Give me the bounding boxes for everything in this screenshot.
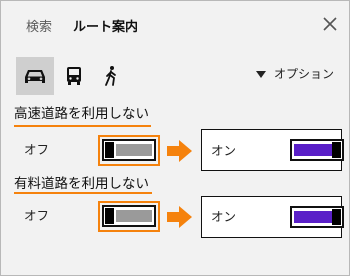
toggle-state-off-label: オフ [24, 208, 50, 223]
toggle-thumb [332, 209, 341, 225]
section-title-avoid-toll-road: 有料道路を利用しない [14, 176, 149, 192]
toggle-track [294, 144, 332, 156]
section-title-avoid-expressway: 高速道路を利用しない [14, 106, 149, 122]
close-button[interactable] [322, 16, 338, 32]
mode-car-button[interactable] [16, 57, 54, 95]
toggle-thumb [105, 208, 114, 224]
toggle-thumb [105, 142, 114, 158]
bus-icon [67, 67, 81, 85]
caret-down-icon [255, 70, 266, 78]
arrow-right-icon [167, 140, 192, 162]
options-dropdown[interactable]: オプション [255, 66, 334, 82]
toggle-state-on-label: オン [211, 209, 237, 224]
avoid-expressway-toggle-off[interactable] [102, 139, 156, 161]
section-underline [14, 192, 152, 194]
car-icon [25, 70, 45, 83]
close-icon [323, 17, 337, 31]
options-label: オプション [273, 67, 334, 81]
arrow-right-icon [167, 206, 192, 228]
avoid-toll-road-toggle-on [290, 206, 344, 228]
toggle-track [116, 210, 152, 222]
toggle-state-on-label: オン [211, 143, 237, 158]
toggle-state-off-label: オフ [24, 142, 50, 157]
walk-icon [105, 66, 116, 86]
toggle-track [116, 144, 152, 156]
avoid-expressway-toggle-on [290, 139, 344, 161]
tab-search[interactable]: 検索 [26, 19, 52, 37]
mode-walk-button[interactable] [92, 57, 130, 95]
section-underline [14, 125, 151, 127]
tab-route[interactable]: ルート案内 [73, 19, 138, 37]
toggle-thumb [332, 142, 341, 158]
avoid-toll-road-toggle-off[interactable] [102, 205, 156, 227]
toggle-track [294, 211, 332, 223]
mode-bus-button[interactable] [55, 57, 93, 95]
